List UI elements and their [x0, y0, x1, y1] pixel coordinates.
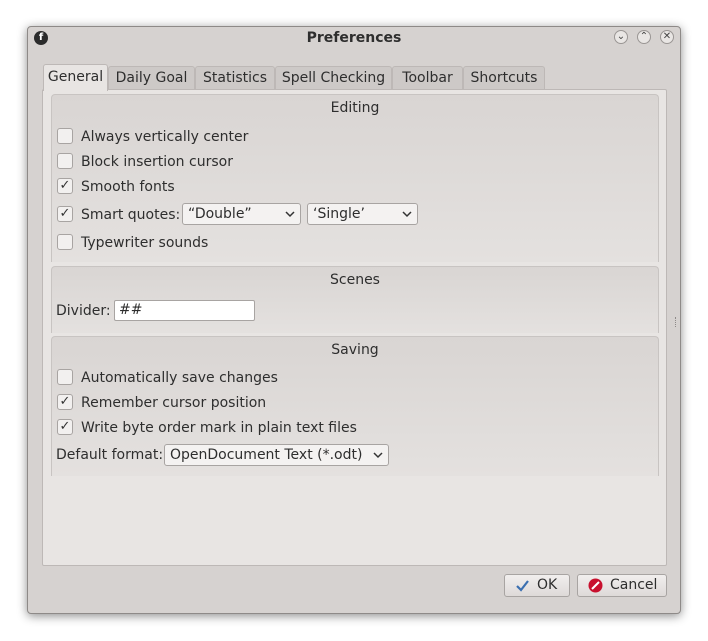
scenes-group-title: Scenes: [330, 272, 380, 288]
ok-button-label: OK: [537, 577, 558, 593]
remember-cursor-checkbox[interactable]: ✓: [57, 394, 73, 410]
smooth-fonts-checkbox[interactable]: ✓: [57, 178, 73, 194]
tab-daily-goal[interactable]: Daily Goal: [108, 66, 195, 90]
window-title: Preferences: [306, 30, 402, 46]
write-bom-label: Write byte order mark in plain text file…: [81, 420, 357, 436]
cancel-icon: [588, 578, 603, 593]
default-format-value: OpenDocument Text (*.odt): [170, 447, 363, 463]
chevron-down-icon: [402, 204, 412, 232]
tab-general[interactable]: General: [43, 64, 108, 91]
typewriter-sounds-checkbox[interactable]: [57, 234, 73, 250]
auto-save-checkbox[interactable]: [57, 369, 73, 385]
remember-cursor-label: Remember cursor position: [81, 395, 267, 411]
auto-save-label: Automatically save changes: [81, 370, 278, 386]
smart-quotes-checkbox[interactable]: ✓: [57, 206, 73, 222]
double-quotes-value: “Double”: [188, 206, 252, 222]
divider-input[interactable]: ##: [114, 300, 255, 321]
maximize-icon[interactable]: ⌃: [637, 30, 651, 44]
tab-shortcuts[interactable]: Shortcuts: [463, 66, 545, 90]
block-insertion-cursor-label: Block insertion cursor: [81, 154, 233, 170]
default-format-label: Default format:: [56, 447, 164, 463]
minimize-icon[interactable]: ⌄: [614, 30, 628, 44]
cancel-button-label: Cancel: [610, 577, 658, 593]
chevron-down-icon: [373, 445, 383, 473]
general-tab-pane: Editing Always vertically center Block i…: [42, 89, 667, 566]
tab-toolbar[interactable]: Toolbar: [392, 66, 463, 90]
cancel-button[interactable]: Cancel: [577, 574, 667, 597]
editing-group: Editing Always vertically center Block i…: [51, 94, 659, 262]
smart-quotes-label: Smart quotes:: [81, 207, 181, 223]
default-format-select[interactable]: OpenDocument Text (*.odt): [164, 444, 389, 466]
single-quotes-select[interactable]: ‘Single’: [307, 203, 418, 225]
typewriter-sounds-label: Typewriter sounds: [81, 235, 209, 251]
single-quotes-value: ‘Single’: [313, 206, 365, 222]
saving-group: Saving Automatically save changes ✓ Reme…: [51, 336, 659, 476]
resize-grip[interactable]: [675, 317, 678, 327]
editing-group-title: Editing: [330, 100, 380, 116]
chevron-down-icon: [285, 204, 295, 232]
preferences-dialog: f Preferences ⌄ ⌃ ✕ General Daily Goal S…: [27, 26, 681, 614]
check-icon: [515, 578, 530, 593]
tab-statistics[interactable]: Statistics: [195, 66, 275, 90]
saving-group-title: Saving: [331, 342, 379, 358]
write-bom-checkbox[interactable]: ✓: [57, 419, 73, 435]
scenes-group: Scenes Divider: ##: [51, 266, 659, 333]
title-bar[interactable]: f Preferences ⌄ ⌃ ✕: [28, 27, 680, 51]
smooth-fonts-label: Smooth fonts: [81, 179, 175, 195]
double-quotes-select[interactable]: “Double”: [182, 203, 301, 225]
ok-button[interactable]: OK: [504, 574, 570, 597]
always-vertically-center-label: Always vertically center: [81, 129, 249, 145]
always-vertically-center-checkbox[interactable]: [57, 128, 73, 144]
divider-label: Divider:: [56, 303, 111, 319]
tab-spell-checking[interactable]: Spell Checking: [275, 66, 392, 90]
block-insertion-cursor-checkbox[interactable]: [57, 153, 73, 169]
close-icon[interactable]: ✕: [660, 30, 674, 44]
